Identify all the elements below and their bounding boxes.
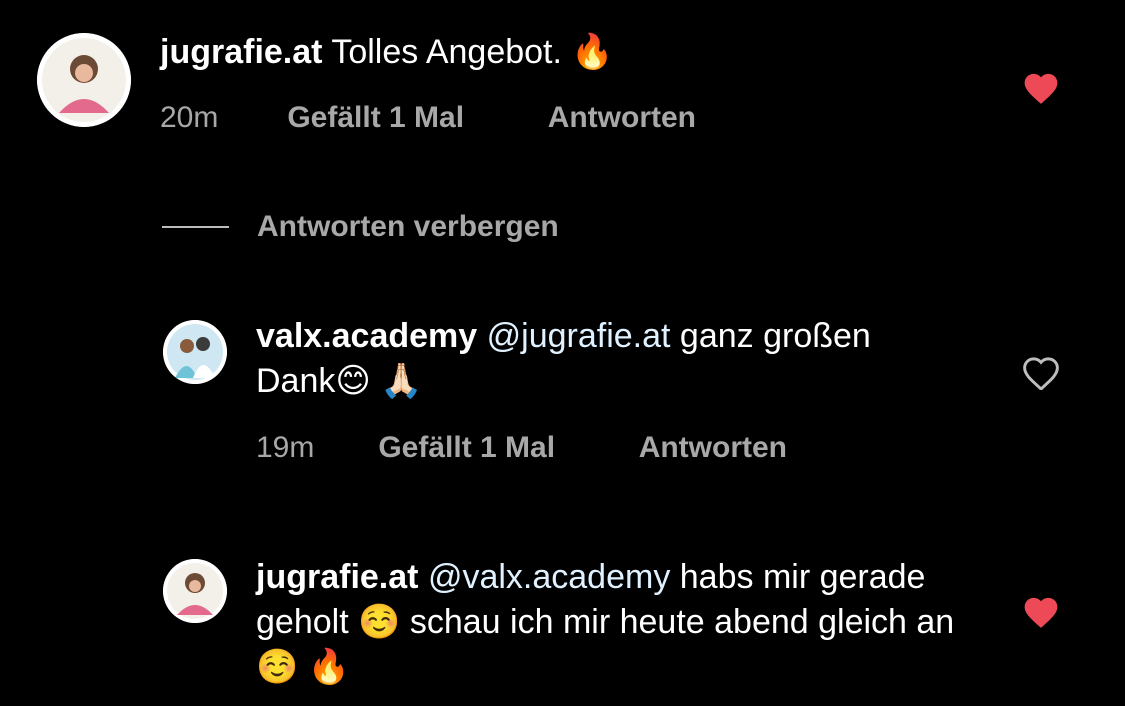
jugrafie-avatar-icon xyxy=(163,559,227,623)
heart-outline-icon[interactable] xyxy=(1021,354,1061,390)
mention-link[interactable]: @valx.academy xyxy=(428,558,670,596)
comment-text: valx.academy @jugrafie.at ganz großen Da… xyxy=(256,314,896,404)
heart-icon[interactable] xyxy=(1021,69,1061,105)
username[interactable]: jugrafie.at xyxy=(256,558,418,596)
timestamp: 20m xyxy=(160,101,219,134)
comment-text: jugrafie.at Tolles Angebot. 🔥 xyxy=(160,30,960,75)
divider xyxy=(162,226,229,228)
avatar[interactable] xyxy=(163,559,227,623)
reply-button[interactable]: Antworten xyxy=(639,431,787,465)
valx-academy-avatar-icon xyxy=(163,320,227,384)
comment-meta: 20m Gefällt 1 Mal Antworten xyxy=(160,101,696,135)
comment-meta: 19m Gefällt 1 Mal Antworten xyxy=(256,431,787,465)
reply-button[interactable]: Antworten xyxy=(548,101,696,135)
heart-icon[interactable] xyxy=(1021,593,1061,629)
hide-replies-label: Antworten verbergen xyxy=(257,210,559,243)
comment-text: jugrafie.at @valx.academy habs mir gerad… xyxy=(256,555,976,690)
username[interactable]: valx.academy xyxy=(256,317,477,355)
username[interactable]: jugrafie.at xyxy=(160,33,322,71)
mention-link[interactable]: @jugrafie.at xyxy=(487,317,671,355)
timestamp: 19m xyxy=(256,431,315,464)
avatar[interactable] xyxy=(37,33,131,127)
like-count[interactable]: Gefällt 1 Mal xyxy=(378,431,630,465)
jugrafie-avatar-icon xyxy=(37,33,131,127)
comment-body: Tolles Angebot. 🔥 xyxy=(331,33,614,71)
hide-replies-button[interactable]: Antworten verbergen xyxy=(162,205,559,249)
avatar[interactable] xyxy=(163,320,227,384)
like-count[interactable]: Gefällt 1 Mal xyxy=(287,101,539,135)
